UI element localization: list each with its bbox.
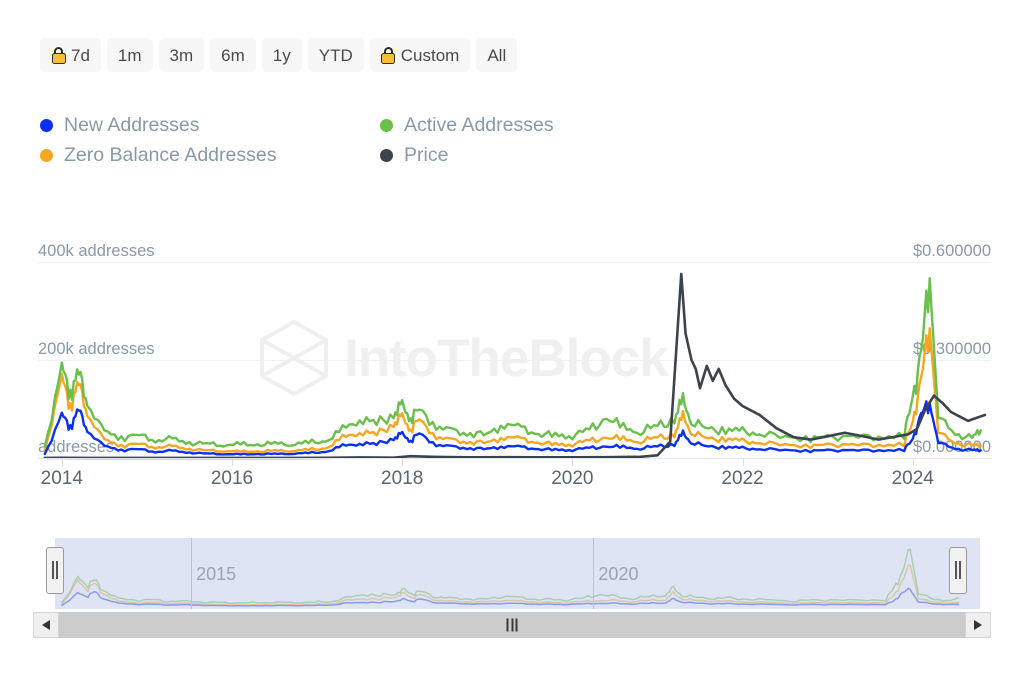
legend-dot-icon — [40, 148, 53, 162]
legend-item-price[interactable]: Price — [380, 144, 448, 167]
range-button-7d[interactable]: 7d — [40, 38, 101, 72]
legend-label: Zero Balance Addresses — [64, 143, 277, 166]
x-axis-tick-label: 2024 — [891, 468, 934, 489]
scrollbar-left-button[interactable] — [33, 612, 59, 638]
legend-row: Zero Balance Addresses Price — [40, 140, 660, 170]
navigator-gridline — [191, 538, 193, 609]
series-line-price — [45, 274, 985, 458]
range-button-all[interactable]: All — [476, 38, 518, 72]
main-chart[interactable]: 400k addresses 200k addresses addresses … — [0, 200, 1024, 500]
chart-navigator[interactable]: 2015 2020 — [33, 536, 991, 611]
series-line-active-addresses — [45, 278, 981, 447]
x-axis: 2014 2016 2018 2020 2022 2024 — [0, 458, 1024, 500]
x-axis-tick-label: 2020 — [551, 468, 594, 489]
legend-item-active-addresses[interactable]: Active Addresses — [380, 114, 554, 137]
y-axis-right-tick-600: $0.600000 — [913, 242, 991, 260]
chart-legend: New Addresses Active Addresses Zero Bala… — [40, 110, 660, 170]
legend-label: Active Addresses — [404, 113, 554, 136]
x-axis-tick-mark — [572, 458, 574, 466]
lock-icon — [51, 46, 66, 64]
navigator-gridline — [593, 538, 595, 609]
navigator-selection-mask[interactable] — [55, 538, 980, 609]
legend-dot-icon — [380, 118, 393, 132]
legend-item-zero-balance-addresses[interactable]: Zero Balance Addresses — [40, 144, 380, 167]
range-button-1m[interactable]: 1m — [106, 38, 153, 72]
chart-plot-area — [38, 262, 991, 458]
range-button-label: All — [487, 45, 507, 65]
y-axis-left-tick-400k: 400k addresses — [38, 242, 155, 260]
grip-icon[interactable] — [506, 618, 518, 632]
navigator-series-area: 2015 2020 — [33, 536, 991, 611]
range-button-1y[interactable]: 1y — [261, 38, 302, 72]
legend-item-new-addresses[interactable]: New Addresses — [40, 114, 380, 137]
triangle-left-icon — [42, 620, 50, 630]
x-axis-tick-mark — [61, 458, 63, 466]
x-axis-tick-mark — [742, 458, 744, 466]
chart-scrollbar[interactable] — [33, 612, 991, 638]
range-button-label: 7d — [71, 45, 90, 65]
range-button-label: YTD — [318, 45, 353, 65]
range-button-ytd[interactable]: YTD — [307, 38, 364, 72]
lock-icon — [381, 46, 396, 64]
legend-row: New Addresses Active Addresses — [40, 110, 660, 140]
x-axis-tick-mark — [232, 458, 233, 466]
scrollbar-track[interactable] — [59, 612, 965, 638]
range-button-label: 1y — [272, 45, 291, 65]
range-button-label: Custom — [400, 45, 460, 65]
range-button-label: 1m — [117, 45, 142, 65]
legend-label: Price — [404, 143, 449, 166]
x-axis-tick-label: 2014 — [40, 468, 83, 489]
range-button-6m[interactable]: 6m — [210, 38, 256, 72]
navigator-handle-right[interactable] — [949, 547, 968, 594]
triangle-right-icon — [974, 620, 982, 630]
range-selector: 7d 1m 3m 6m 1y YTD Custom All — [40, 38, 518, 72]
navigator-handle-left[interactable] — [46, 547, 65, 594]
x-axis-tick-mark — [912, 458, 914, 466]
legend-dot-icon — [380, 148, 393, 162]
navigator-year-label: 2015 — [196, 564, 237, 584]
x-axis-baseline — [38, 458, 991, 459]
x-axis-tick-label: 2016 — [210, 468, 254, 489]
range-button-custom[interactable]: Custom — [369, 38, 471, 72]
range-button-3m[interactable]: 3m — [158, 38, 205, 72]
scrollbar-right-button[interactable] — [965, 612, 991, 638]
navigator-year-label: 2020 — [598, 564, 639, 584]
x-axis-tick-mark — [402, 458, 404, 466]
x-axis-tick-label: 2018 — [381, 468, 424, 489]
legend-dot-icon — [40, 118, 53, 132]
legend-label: New Addresses — [64, 113, 200, 136]
range-button-label: 6m — [221, 45, 245, 65]
x-axis-tick-label: 2022 — [721, 468, 764, 489]
range-button-label: 3m — [169, 45, 194, 65]
